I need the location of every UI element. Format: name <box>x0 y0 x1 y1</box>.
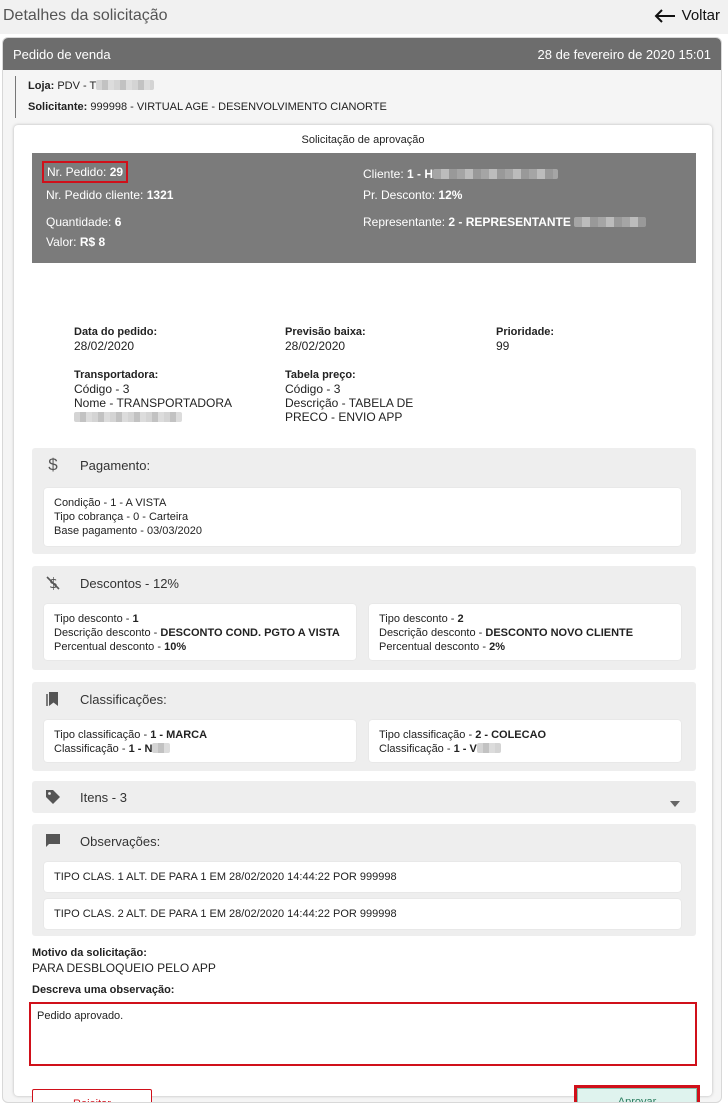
redacted-text <box>96 80 155 90</box>
solicitante-row: Solicitante: 999998 - VIRTUAL AGE - DESE… <box>28 101 387 113</box>
quantidade: Quantidade: 6 <box>46 215 122 229</box>
classificacao-card: Tipo classificação - 2 - COLECAO Classif… <box>369 720 681 762</box>
desconto-card: Tipo desconto - 1 Descrição desconto - D… <box>44 604 356 660</box>
prioridade: Prioridade: 99 <box>496 326 555 353</box>
redacted-text <box>574 217 647 227</box>
pr-desconto: Pr. Desconto: 12% <box>363 188 463 202</box>
classificacao-card: Tipo classificação - 1 - MARCA Classific… <box>44 720 356 762</box>
approve-highlight: Aprovar <box>574 1085 700 1102</box>
observacoes-panel: Observações: TIPO CLAS. 1 ALT. DE PARA 1… <box>32 824 696 936</box>
classificacoes-panel: Classificações: Tipo classificação - 1 -… <box>32 682 696 771</box>
bookmarks-icon <box>44 690 62 708</box>
request-type: Pedido de venda <box>13 46 111 62</box>
solicitante-value: 999998 - VIRTUAL AGE - DESENVOLVIMENTO C… <box>90 101 387 113</box>
redacted-text <box>152 743 171 753</box>
comment-icon <box>44 832 62 850</box>
request-datetime: 28 de fevereiro de 2020 15:01 <box>537 46 711 62</box>
descontos-header: $ Descontos - 12% <box>32 566 179 600</box>
order-summary: Nr. Pedido: 29 Nr. Pedido cliente: 1321 … <box>32 153 696 263</box>
pagamento-header: $ Pagamento: <box>32 448 150 482</box>
previsao-baixa: Previsão baixa: 28/02/2020 <box>285 326 366 353</box>
loja-value: PDV - T <box>57 80 97 92</box>
request-container: Pedido de venda 28 de fevereiro de 2020 … <box>2 37 722 1103</box>
arrow-left-icon <box>654 8 675 23</box>
descontos-panel: $ Descontos - 12% Tipo desconto - 1 Desc… <box>32 566 696 670</box>
redacted-text <box>433 169 559 179</box>
redacted-text <box>74 412 182 422</box>
itens-header: Itens - 3 <box>32 781 127 813</box>
observacao-label: Descreva uma observação: <box>32 984 175 996</box>
nr-pedido: Nr. Pedido: 29 <box>42 161 129 183</box>
card-title: Solicitação de aprovação <box>301 134 425 146</box>
classificacoes-header: Classificações: <box>32 682 167 716</box>
pagamento-details: Condição - 1 - A VISTA Tipo cobrança - 0… <box>44 488 681 546</box>
approval-card: Solicitação de aprovação Nr. Pedido: 29 … <box>14 125 712 1102</box>
request-info: Loja: PDV - T Solicitante: 999998 - VIRT… <box>15 76 387 118</box>
discount-off-icon: $ <box>44 574 62 592</box>
observacao-textarea[interactable]: Pedido aprovado. <box>29 1002 697 1066</box>
observacao-item: TIPO CLAS. 2 ALT. DE PARA 1 EM 28/02/202… <box>44 899 681 929</box>
tag-icon <box>44 788 62 806</box>
itens-panel[interactable]: Itens - 3 <box>32 781 696 813</box>
loja-row: Loja: PDV - T <box>28 76 387 97</box>
motivo-label: Motivo da solicitação: <box>32 947 147 959</box>
valor: Valor: R$ 8 <box>46 235 106 249</box>
representante: Representante: 2 - REPRESENTANTE <box>363 215 647 229</box>
transportadora: Transportadora: Código - 3 Nome - TRANSP… <box>74 368 232 424</box>
reject-button[interactable]: Rejeitar <box>32 1089 152 1102</box>
top-bar: Detalhes da solicitação Voltar <box>0 0 728 34</box>
data-pedido: Data do pedido: 28/02/2020 <box>74 326 158 353</box>
pagamento-panel: $ Pagamento: Condição - 1 - A VISTA Tipo… <box>32 448 696 554</box>
caret-down-icon[interactable] <box>670 794 680 812</box>
cliente: Cliente: 1 - H <box>363 167 559 181</box>
approve-button[interactable]: Aprovar <box>577 1088 697 1102</box>
nr-pedido-cliente: Nr. Pedido cliente: 1321 <box>46 188 174 202</box>
desconto-card: Tipo desconto - 2 Descrição desconto - D… <box>369 604 681 660</box>
motivo-value: PARA DESBLOQUEIO PELO APP <box>32 961 216 975</box>
page-title: Detalhes da solicitação <box>3 7 168 24</box>
back-label: Voltar <box>681 7 720 24</box>
back-button[interactable]: Voltar <box>654 7 720 24</box>
redacted-text <box>476 743 501 753</box>
dollar-icon: $ <box>48 455 58 474</box>
observacao-item: TIPO CLAS. 1 ALT. DE PARA 1 EM 28/02/202… <box>44 862 681 892</box>
observacoes-header: Observações: <box>32 824 160 858</box>
tabela-preco: Tabela preço: Código - 3 Descrição - TAB… <box>285 369 414 424</box>
request-header: Pedido de venda 28 de fevereiro de 2020 … <box>3 38 721 70</box>
